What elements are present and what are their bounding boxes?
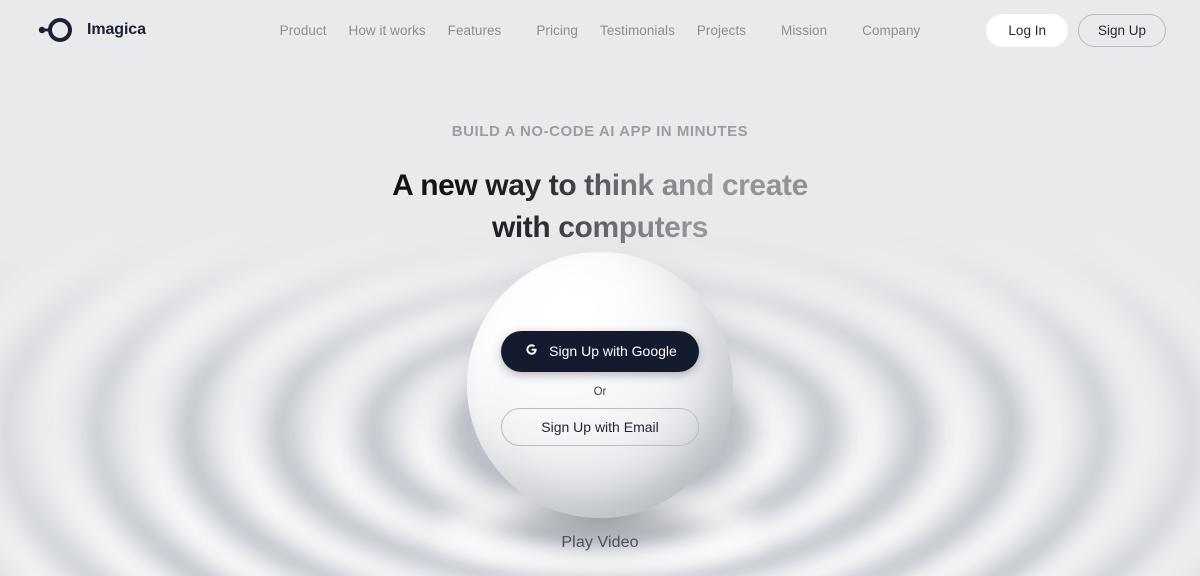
nav-item-pricing[interactable]: Pricing (525, 17, 589, 44)
brand-name: Imagica (87, 21, 146, 38)
nav-item-product[interactable]: Product (269, 17, 338, 44)
background-sheen-right (660, 0, 1200, 404)
sign-up-button[interactable]: Sign Up (1077, 13, 1166, 47)
sign-up-with-email-button[interactable]: Sign Up with Email (501, 407, 699, 446)
main-navigation: Product How it works Features Pricing Te… (269, 17, 932, 44)
sign-up-with-google-label: Sign Up with Google (549, 343, 677, 359)
signup-card: Sign Up with Google Or Sign Up with Emai… (467, 252, 733, 518)
signup-sphere: Sign Up with Google Or Sign Up with Emai… (435, 252, 765, 574)
auth-actions: Log In Sign Up (986, 13, 1166, 47)
or-divider-label: Or (593, 385, 607, 398)
nav-item-company[interactable]: Company (851, 17, 931, 44)
nav-item-mission[interactable]: Mission (770, 17, 838, 44)
nav-item-how-it-works[interactable]: How it works (338, 17, 437, 44)
site-header: Imagica Product How it works Features Pr… (0, 0, 1200, 60)
brand-logo[interactable]: Imagica (34, 15, 146, 45)
nav-item-testimonials[interactable]: Testimonials (589, 17, 686, 44)
nav-item-features[interactable]: Features (437, 17, 513, 44)
google-g-icon (523, 341, 540, 361)
ring-with-dot-icon (34, 15, 78, 45)
play-video-link[interactable]: Play Video (561, 534, 638, 552)
log-in-button[interactable]: Log In (986, 13, 1068, 47)
sign-up-with-google-button[interactable]: Sign Up with Google (501, 330, 699, 372)
nav-item-projects[interactable]: Projects (686, 17, 757, 44)
